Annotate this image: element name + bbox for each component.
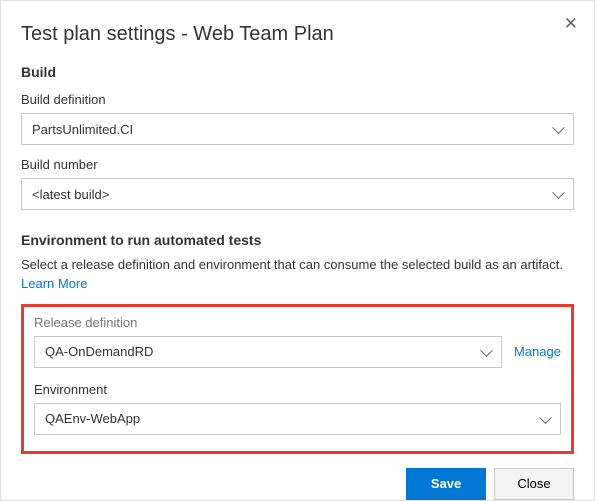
dialog-title: Test plan settings - Web Team Plan [21,23,574,46]
environment-helper: Select a release definition and environm… [21,256,574,294]
close-icon[interactable]: ✕ [564,15,578,32]
build-definition-value: PartsUnlimited.CI [32,122,133,137]
release-definition-value: QA-OnDemandRD [45,344,153,359]
dialog-footer: Save Close [21,468,574,500]
build-heading: Build [21,64,574,80]
release-definition-select[interactable]: QA-OnDemandRD [34,336,502,368]
build-section: Build Build definition PartsUnlimited.CI… [21,64,574,210]
environment-value: QAEnv-WebApp [45,411,140,426]
save-button[interactable]: Save [406,468,486,500]
environment-helper-text: Select a release definition and environm… [21,257,563,272]
highlight-box: Release definition QA-OnDemandRD Manage … [21,304,574,454]
environment-select[interactable]: QAEnv-WebApp [34,403,561,435]
environment-section: Environment to run automated tests Selec… [21,232,574,454]
environment-field-label: Environment [34,382,561,397]
build-definition-label: Build definition [21,92,574,107]
build-number-value: <latest build> [32,187,109,202]
learn-more-link[interactable]: Learn More [21,276,87,291]
settings-dialog: ✕ Test plan settings - Web Team Plan Bui… [1,1,594,500]
release-definition-label: Release definition [34,315,561,330]
build-definition-select[interactable]: PartsUnlimited.CI [21,113,574,145]
close-button[interactable]: Close [494,468,574,500]
manage-link[interactable]: Manage [514,344,561,359]
build-number-select[interactable]: <latest build> [21,178,574,210]
build-number-label: Build number [21,157,574,172]
environment-heading: Environment to run automated tests [21,232,574,248]
